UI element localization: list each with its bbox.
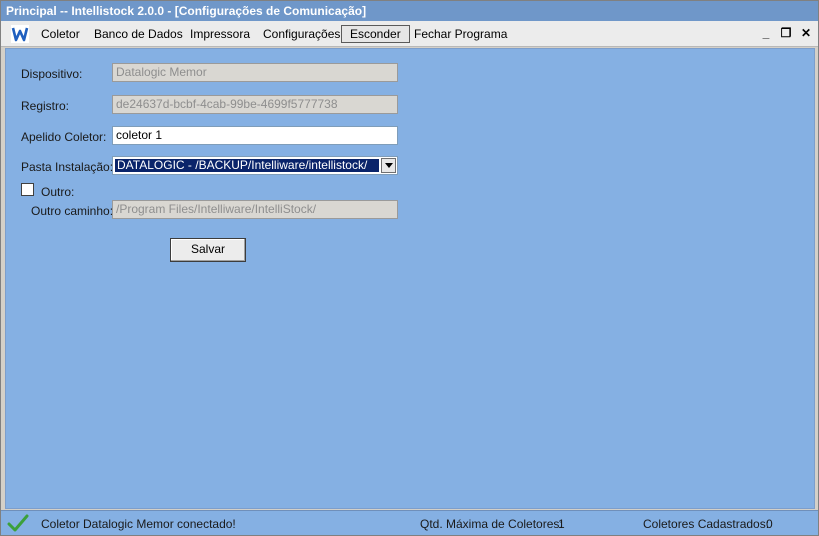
minimize-icon[interactable]: _	[758, 25, 774, 41]
menu-bar: Coletor Banco de Dados Impressora Config…	[1, 21, 818, 47]
max-coletores-label: Qtd. Máxima de Coletores:	[420, 517, 563, 531]
outro-checkbox[interactable]	[21, 183, 34, 196]
dispositivo-label: Dispositivo:	[21, 67, 83, 81]
pasta-instalacao-select[interactable]: DATALOGIC - /BACKUP/Intelliware/intellis…	[112, 156, 398, 175]
menu-fechar-programa[interactable]: Fechar Programa	[405, 25, 516, 43]
outro-caminho-field: /Program Files/Intelliware/IntelliStock/	[112, 200, 398, 219]
outro-caminho-label: Outro caminho:	[31, 204, 114, 218]
coletores-cadastrados-label: Coletores Cadastrados:	[643, 517, 770, 531]
status-bar: Coletor Datalogic Memor conectado! Qtd. …	[1, 510, 818, 535]
app-logo-icon[interactable]	[11, 25, 29, 43]
salvar-button[interactable]: Salvar	[170, 238, 246, 262]
pasta-instalacao-label: Pasta Instalação:	[21, 160, 114, 174]
pasta-instalacao-selected: DATALOGIC - /BACKUP/Intelliware/intellis…	[115, 159, 379, 172]
menu-esconder[interactable]: Esconder	[341, 25, 410, 43]
dropdown-arrow-icon[interactable]	[381, 158, 396, 173]
max-coletores-value: 1	[558, 517, 565, 531]
registro-label: Registro:	[21, 99, 70, 113]
status-message: Coletor Datalogic Memor conectado!	[41, 517, 236, 531]
outro-label: Outro:	[41, 185, 75, 199]
restore-icon[interactable]: ❐	[778, 25, 794, 41]
menu-impressora[interactable]: Impressora	[181, 25, 259, 43]
window-title: Principal -- Intellistock 2.0.0 - [Confi…	[6, 4, 367, 18]
success-check-icon	[7, 514, 29, 532]
coletores-cadastrados-value: 0	[766, 517, 773, 531]
close-icon[interactable]: ✕	[798, 25, 814, 41]
menu-configuracoes[interactable]: Configurações	[254, 25, 349, 43]
dispositivo-field: Datalogic Memor	[112, 63, 398, 82]
menu-coletor[interactable]: Coletor	[32, 25, 89, 43]
configuration-panel: Dispositivo: Datalogic Memor Registro: d…	[5, 48, 815, 509]
title-bar: Principal -- Intellistock 2.0.0 - [Confi…	[1, 1, 818, 21]
menu-banco-de-dados[interactable]: Banco de Dados	[85, 25, 192, 43]
apelido-coletor-label: Apelido Coletor:	[21, 130, 107, 144]
apelido-coletor-input[interactable]: coletor 1	[112, 126, 398, 145]
registro-field: de24637d-bcbf-4cab-99be-4699f5777738	[112, 95, 398, 114]
main-window: Principal -- Intellistock 2.0.0 - [Confi…	[0, 0, 819, 536]
